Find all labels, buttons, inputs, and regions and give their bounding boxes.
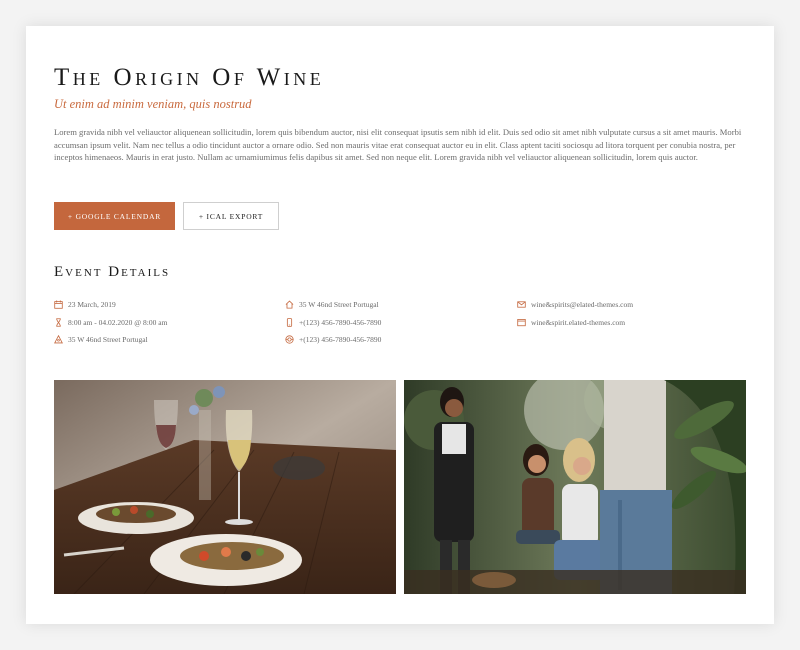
detail-time: 8:00 am - 04.02.2020 @ 8:00 am [54,314,167,332]
detail-phone-text: +(123) 456-7890-456-7890 [299,317,382,327]
detail-email-text[interactable]: wine&spirits@elated-themes.com [531,300,633,309]
support-icon [285,335,294,344]
details-column-1: 23 March, 2019 8:00 am - 04.02.2020 @ 8:… [54,296,167,349]
phone-icon [286,317,293,327]
browser-icon [517,318,526,326]
detail-venue-text: 35 W 46nd Street Portugal [299,300,379,310]
detail-date: 23 March, 2019 [54,296,167,314]
location-icon [54,335,63,344]
detail-location: 35 W 46nd Street Portugal [54,331,167,349]
event-card: The Origin Of Wine Ut enim ad minim veni… [26,26,774,624]
friends-outdoor-photo [404,380,746,594]
detail-venue: 35 W 46nd Street Portugal [285,296,381,314]
detail-location-text: 35 W 46nd Street Portugal [68,335,148,345]
wine-table-photo [54,380,396,594]
details-column-3: wine&spirits@elated-themes.com wine&spir… [517,296,633,331]
event-title: The Origin Of Wine [54,64,325,91]
google-calendar-button[interactable]: + Google Calendar [54,202,175,230]
detail-date-text: 23 March, 2019 [68,300,116,310]
mail-icon [517,301,526,308]
detail-website[interactable]: wine&spirit.elated-themes.com [517,314,633,332]
hourglass-icon [56,318,61,327]
detail-phone: +(123) 456-7890-456-7890 [285,314,381,332]
detail-time-text: 8:00 am - 04.02.2020 @ 8:00 am [68,317,168,327]
event-description: Lorem gravida nibh vel veliauctor alique… [54,127,742,163]
details-column-2: 35 W 46nd Street Portugal +(123) 456-789… [285,296,381,349]
ical-export-button[interactable]: + iCal Export [183,202,279,230]
detail-email[interactable]: wine&spirits@elated-themes.com [517,296,633,314]
calendar-icon [54,300,63,309]
detail-website-text[interactable]: wine&spirit.elated-themes.com [531,318,625,327]
home-icon [285,300,294,309]
detail-support-phone: +(123) 456-7890-456-7890 [285,331,381,349]
event-details-heading: Event Details [54,264,171,280]
detail-support-phone-text: +(123) 456-7890-456-7890 [299,335,382,345]
event-subtitle: Ut enim ad minim veniam, quis nostrud [54,97,252,111]
